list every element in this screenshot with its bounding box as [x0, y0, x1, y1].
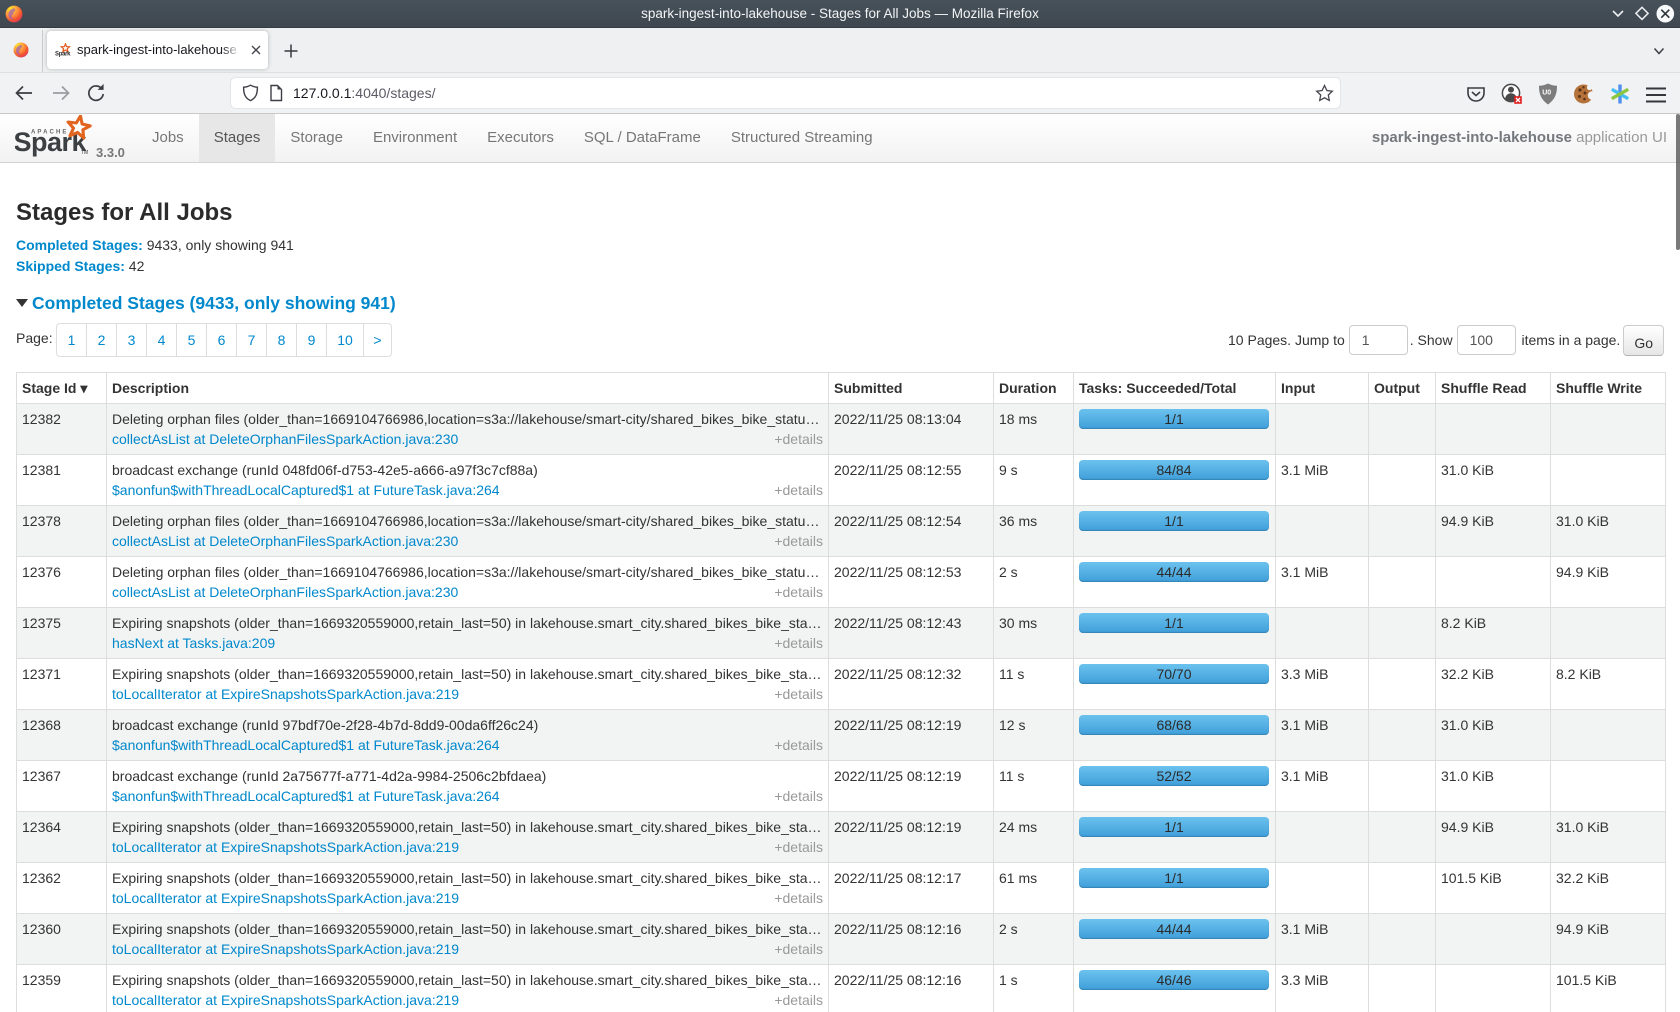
svg-text:Spark: Spark [55, 52, 71, 58]
svg-text:U0: U0 [1542, 90, 1551, 97]
svg-text:TM: TM [81, 150, 88, 156]
